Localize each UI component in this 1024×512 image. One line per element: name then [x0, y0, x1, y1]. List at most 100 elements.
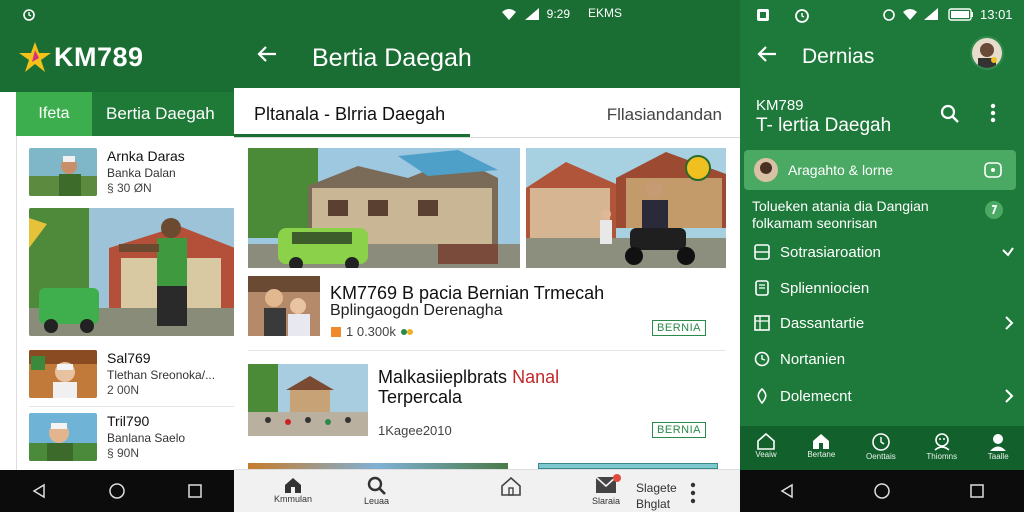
nav-home[interactable]: Kmmulan [274, 476, 312, 504]
article-title-part-a: Malkasiieplbrats [378, 367, 508, 387]
item-meta: 2 00N [107, 383, 140, 397]
thumbnail-image [29, 350, 97, 398]
hero-image-houses[interactable] [248, 148, 520, 268]
recents-nav-icon[interactable] [187, 483, 203, 499]
system-nav-bar [0, 470, 234, 512]
signal-icon [924, 8, 938, 20]
item-meta: § 90N [107, 446, 140, 460]
nav-search[interactable]: Leuaa [364, 476, 389, 506]
nav-thiomns[interactable]: Thiomns [926, 432, 957, 461]
wifi-icon [903, 9, 917, 20]
tag-icon [331, 326, 341, 337]
app-logo: KM789 [18, 40, 144, 74]
drawer-item[interactable]: Sotrasiaroation [754, 238, 1014, 266]
tab-indicator [234, 134, 470, 137]
item-subtitle: Banlana Saelo [107, 431, 186, 445]
item-title: Arnka Daras [107, 148, 185, 164]
article-meta: 1Kagee2010 [378, 423, 452, 438]
tab-primary[interactable]: Pltanala - Blrria Daegah [254, 104, 445, 125]
item-title: Tril790 [107, 413, 150, 429]
divider [248, 350, 726, 351]
drawer-item-label: Aragahto & lorne [788, 162, 894, 178]
hero-image-motorbike[interactable] [526, 148, 726, 268]
article-title: KM7769 B pacia Bernian Trmecah [330, 283, 605, 303]
system-nav-bar [740, 470, 1024, 512]
drawer-item[interactable]: Dassantartie [754, 309, 1014, 337]
tab-bertia-daegah[interactable]: Bertia Daegah [92, 92, 234, 136]
status-time: 13:01 [980, 7, 1013, 22]
share-icon[interactable] [400, 326, 414, 338]
drawer-note: Tolueken atania dia Dangian folkamam seo… [752, 198, 929, 231]
avatar[interactable] [970, 36, 1004, 70]
status-right-text: EKMS [587, 6, 622, 20]
home-outline-icon [757, 432, 775, 450]
article-card[interactable]: Malkasiieplbrats Nanal Terpercala 1Kagee… [248, 364, 726, 440]
category-badge[interactable]: BERNIA [652, 422, 706, 438]
divider [29, 406, 234, 407]
drawer-item[interactable]: Splienniocien [754, 274, 1014, 302]
recents-nav-icon[interactable] [969, 483, 985, 499]
search-icon[interactable] [940, 104, 960, 124]
nav-oenttais[interactable]: Oenttais [866, 432, 896, 461]
nav-center[interactable] [500, 476, 522, 496]
nav-label: Taalle [987, 452, 1009, 461]
star-logo-icon [19, 42, 51, 72]
home-icon [285, 478, 301, 493]
nav-bertane[interactable]: Bertane [807, 432, 835, 459]
back-nav-icon[interactable] [779, 483, 795, 499]
page-title: Bertia Daegah [312, 44, 472, 72]
middle-screen: 9:29 EKMS Bertia Daegah Pltanala - Blrri… [234, 0, 740, 512]
back-nav-icon[interactable] [31, 483, 47, 499]
search-icon [367, 476, 386, 495]
home-nav-icon[interactable] [108, 482, 126, 500]
profile-icon [990, 434, 1007, 451]
brand-line2: T- lertia Daegah [756, 115, 892, 136]
article-meta: 1 0.300k [330, 324, 414, 339]
nav-more-label[interactable]: Slagete Bhglat [636, 480, 677, 512]
battery-icon [948, 8, 973, 21]
category-badge[interactable]: BERNIA [652, 320, 706, 336]
nav-view[interactable]: Veaiw [755, 432, 777, 459]
back-arrow-icon[interactable] [256, 44, 278, 64]
tab-secondary[interactable]: Fllasiandandan [607, 105, 722, 125]
featured-image[interactable] [29, 208, 234, 336]
status-bar: 9:29 [501, 7, 570, 21]
alarm-icon [795, 9, 809, 23]
badge-icon [984, 162, 1002, 178]
article-subtitle: Bplingaogdn Derenagha [330, 302, 503, 319]
home-icon [813, 434, 830, 449]
thumbnail-image [29, 148, 97, 196]
home-nav-icon[interactable] [873, 482, 891, 500]
app-header: KM789 [0, 0, 234, 92]
page-title: Dernias [802, 45, 875, 68]
drawer-item-active[interactable]: Aragahto & lorne [744, 150, 1016, 190]
nav-label: Thiomns [926, 452, 958, 461]
more-vert-icon[interactable] [990, 103, 996, 123]
house-outline-icon [501, 476, 521, 496]
notification-icon [757, 9, 769, 21]
chevron-right-icon [1005, 389, 1014, 403]
info-icon[interactable] [984, 200, 1004, 220]
group-icon [934, 433, 950, 451]
more-vert-icon[interactable] [690, 482, 696, 504]
item-subtitle: Tlethan Sreonoka/... [107, 368, 216, 382]
drawer-item-label: Nortanien [780, 350, 846, 368]
nav-taalle[interactable]: Taalle [988, 432, 1009, 461]
drawer-item-label: Dolemecnt [780, 387, 852, 405]
list-item-text: Arnka Daras Banka Dalan § 30 ØN [107, 148, 234, 195]
back-arrow-icon[interactable] [756, 44, 778, 64]
article-card[interactable]: KM7769 B pacia Bernian Trmecah Bplingaog… [248, 276, 726, 348]
article-title: Malkasiieplbrats Nanal [378, 366, 559, 388]
app-header: 9:29 EKMS Bertia Daegah [234, 0, 740, 88]
drawer-item-label: Splienniocien [780, 279, 870, 297]
nav-inbox[interactable]: Slaraia [592, 474, 621, 506]
drawer-item[interactable]: Dolemecnt [754, 382, 1014, 410]
wifi-icon [501, 9, 516, 20]
thumbnail-image [29, 413, 97, 461]
nav-label: Veaiw [755, 450, 777, 459]
article-title-line2: Terpercala [378, 387, 463, 407]
tab-ifeta[interactable]: Ifeta [16, 92, 92, 136]
drawer-item[interactable]: Nortanien [754, 345, 1014, 373]
nav-label: Bertane [807, 450, 836, 459]
list-item-text: Tril790 Banlana Saelo § 90N [107, 413, 234, 460]
